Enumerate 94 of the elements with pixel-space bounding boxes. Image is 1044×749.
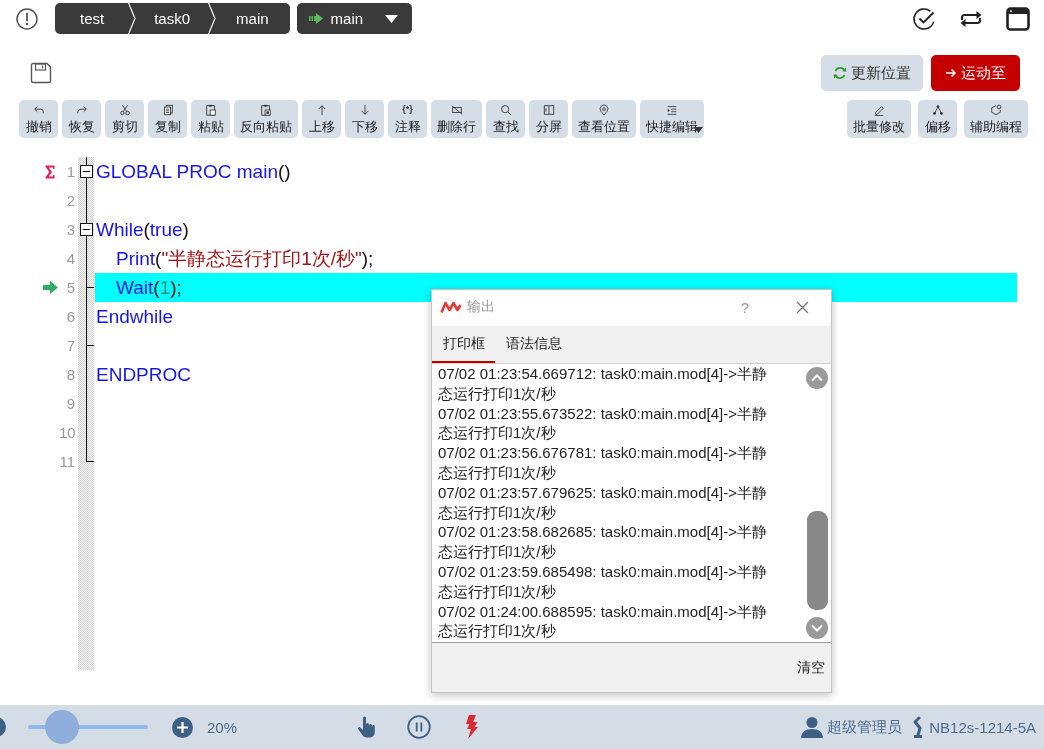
scroll-down-icon[interactable] xyxy=(806,617,828,639)
code-line: Wait(1); xyxy=(116,276,182,300)
line-number: 8 xyxy=(65,366,75,383)
wave-logo-icon xyxy=(440,300,462,314)
log-entry: 07/02 01:23:57.679625: task0:main.mod[4]->半静态运行打印1次/秒 xyxy=(438,482,768,523)
user-icon[interactable] xyxy=(800,716,825,738)
code-line: ENDPROC xyxy=(96,363,191,387)
warning-icon[interactable] xyxy=(16,7,38,30)
toolbar-button[interactable]: 剪切 xyxy=(105,100,144,138)
toolbar-button[interactable]: 撤销 xyxy=(19,100,58,138)
robot-model: NB12s-1214-5A xyxy=(929,718,1036,736)
code-line: While(true) xyxy=(96,218,189,242)
toolbar-button[interactable]: 删除行 xyxy=(431,100,482,138)
breadcrumb-item[interactable]: main xyxy=(216,3,290,34)
plus-icon[interactable] xyxy=(172,716,193,738)
toolbar-button[interactable]: 批量修改 xyxy=(847,100,911,138)
update-position-button[interactable]: 更新位置 xyxy=(821,55,923,91)
minus-box-icon[interactable] xyxy=(80,165,93,178)
toolbar-button[interactable]: 查看位置 xyxy=(572,100,636,138)
toolbar-button[interactable]: 分屏 xyxy=(529,100,568,138)
toolbar-button[interactable]: 恢复 xyxy=(62,100,101,138)
line-number: 4 xyxy=(65,250,75,267)
pause-icon[interactable] xyxy=(407,715,432,739)
line-number: 5 xyxy=(65,279,75,296)
log-entry: 07/02 01:23:55.673522: task0:main.mod[4]->半静态运行打印1次/秒 xyxy=(438,403,768,444)
line-number: 3 xyxy=(65,221,75,238)
toolbar-button[interactable]: 辅助编程 xyxy=(964,100,1028,138)
robot-arm-icon xyxy=(912,716,925,738)
copy-icon xyxy=(161,104,174,116)
location-pin-icon xyxy=(598,104,610,116)
nodes-icon xyxy=(931,104,944,116)
dialog-title: 输出 xyxy=(467,298,495,316)
toolbar-button[interactable]: 快捷编辑 xyxy=(640,100,704,138)
shield-icon xyxy=(990,104,1002,116)
slider-thumb[interactable] xyxy=(45,710,80,744)
task-selector[interactable]: main xyxy=(296,3,412,34)
round-button-icon[interactable] xyxy=(0,717,6,737)
log-entry: 07/02 01:23:56.676781: task0:main.mod[4]->半静态运行打印1次/秒 xyxy=(438,443,768,483)
scroll-thumb[interactable] xyxy=(806,511,828,610)
line-number: 1 xyxy=(65,163,75,180)
toolbar-button[interactable]: 查找 xyxy=(486,100,525,138)
log-entry: 07/02 01:23:59.685498: task0:main.mod[4]->半静态运行打印1次/秒 xyxy=(438,561,768,602)
tab[interactable]: 语法信息 xyxy=(495,326,572,363)
clipboard-icon xyxy=(260,104,272,116)
toolbar-button[interactable]: 下移 xyxy=(345,100,384,138)
arrow-down-icon xyxy=(358,104,371,116)
line-number: 6 xyxy=(65,308,75,325)
tab[interactable]: 打印框 xyxy=(432,326,495,363)
check-circle-icon[interactable] xyxy=(912,6,936,31)
search-icon xyxy=(499,104,512,116)
user-name: 超级管理员 xyxy=(827,717,903,737)
clipboard-icon xyxy=(204,104,217,116)
toolbar-button[interactable]: 偏移 xyxy=(918,100,957,138)
toolbar-button[interactable]: 粘贴 xyxy=(191,100,230,138)
run-arrow-icon xyxy=(308,13,323,24)
log-entry: 07/02 01:24:00.688595: task0:main.mod[4]->半静态运行打印1次/秒 xyxy=(438,601,768,642)
redo-icon xyxy=(75,104,88,116)
pencil-icon xyxy=(873,104,885,116)
chevron-icon xyxy=(208,3,217,34)
hand-icon[interactable] xyxy=(357,716,376,738)
chevron-icon xyxy=(128,3,137,34)
arrow-right-icon xyxy=(945,67,957,79)
caret-down-icon xyxy=(384,14,398,23)
log-entry: 07/02 01:23:58.682685: task0:main.mod[4]->半静态运行打印1次/秒 xyxy=(438,522,768,562)
toolbar-button[interactable]: {*} 注释 xyxy=(388,100,427,138)
toolbar-button[interactable]: 上移 xyxy=(302,100,341,138)
undo-icon xyxy=(32,104,45,116)
move-to-button[interactable]: 运动至 xyxy=(931,55,1020,91)
zoom-level: 20% xyxy=(207,718,238,736)
log-entry: 07/02 01:23:54.669712: task0:main.mod[4]->半静态运行打印1次/秒 xyxy=(438,364,768,404)
close-icon[interactable] xyxy=(796,300,809,314)
toolbar-button[interactable]: 复制 xyxy=(148,100,187,138)
clear-button[interactable]: 清空 xyxy=(795,656,827,679)
lightning-icon[interactable] xyxy=(465,715,480,739)
line-number: 7 xyxy=(65,337,75,354)
scissors-icon xyxy=(118,104,131,116)
breadcrumb-item[interactable]: task0 xyxy=(136,3,209,34)
line-number: 9 xyxy=(65,395,75,412)
scroll-up-icon[interactable] xyxy=(806,367,828,389)
code-line: Print("半静态运行打印1次/秒"); xyxy=(116,247,374,271)
window-icon[interactable] xyxy=(1006,6,1030,31)
minus-box-icon[interactable] xyxy=(80,223,93,236)
crossed-box-icon xyxy=(450,104,463,116)
toolbar-button[interactable]: 反向粘贴 xyxy=(234,100,298,138)
split-view-icon xyxy=(542,104,555,116)
code-line: Endwhile xyxy=(96,305,174,329)
line-number: 10 xyxy=(59,424,75,441)
arrow-up-icon xyxy=(315,104,328,116)
breadcrumb-item[interactable]: test xyxy=(55,3,129,34)
list-icon xyxy=(666,104,678,116)
refresh-icon xyxy=(833,66,847,80)
line-number: 11 xyxy=(59,453,75,470)
code-line: GLOBAL PROC main() xyxy=(96,160,291,184)
line-number: 2 xyxy=(65,192,75,209)
